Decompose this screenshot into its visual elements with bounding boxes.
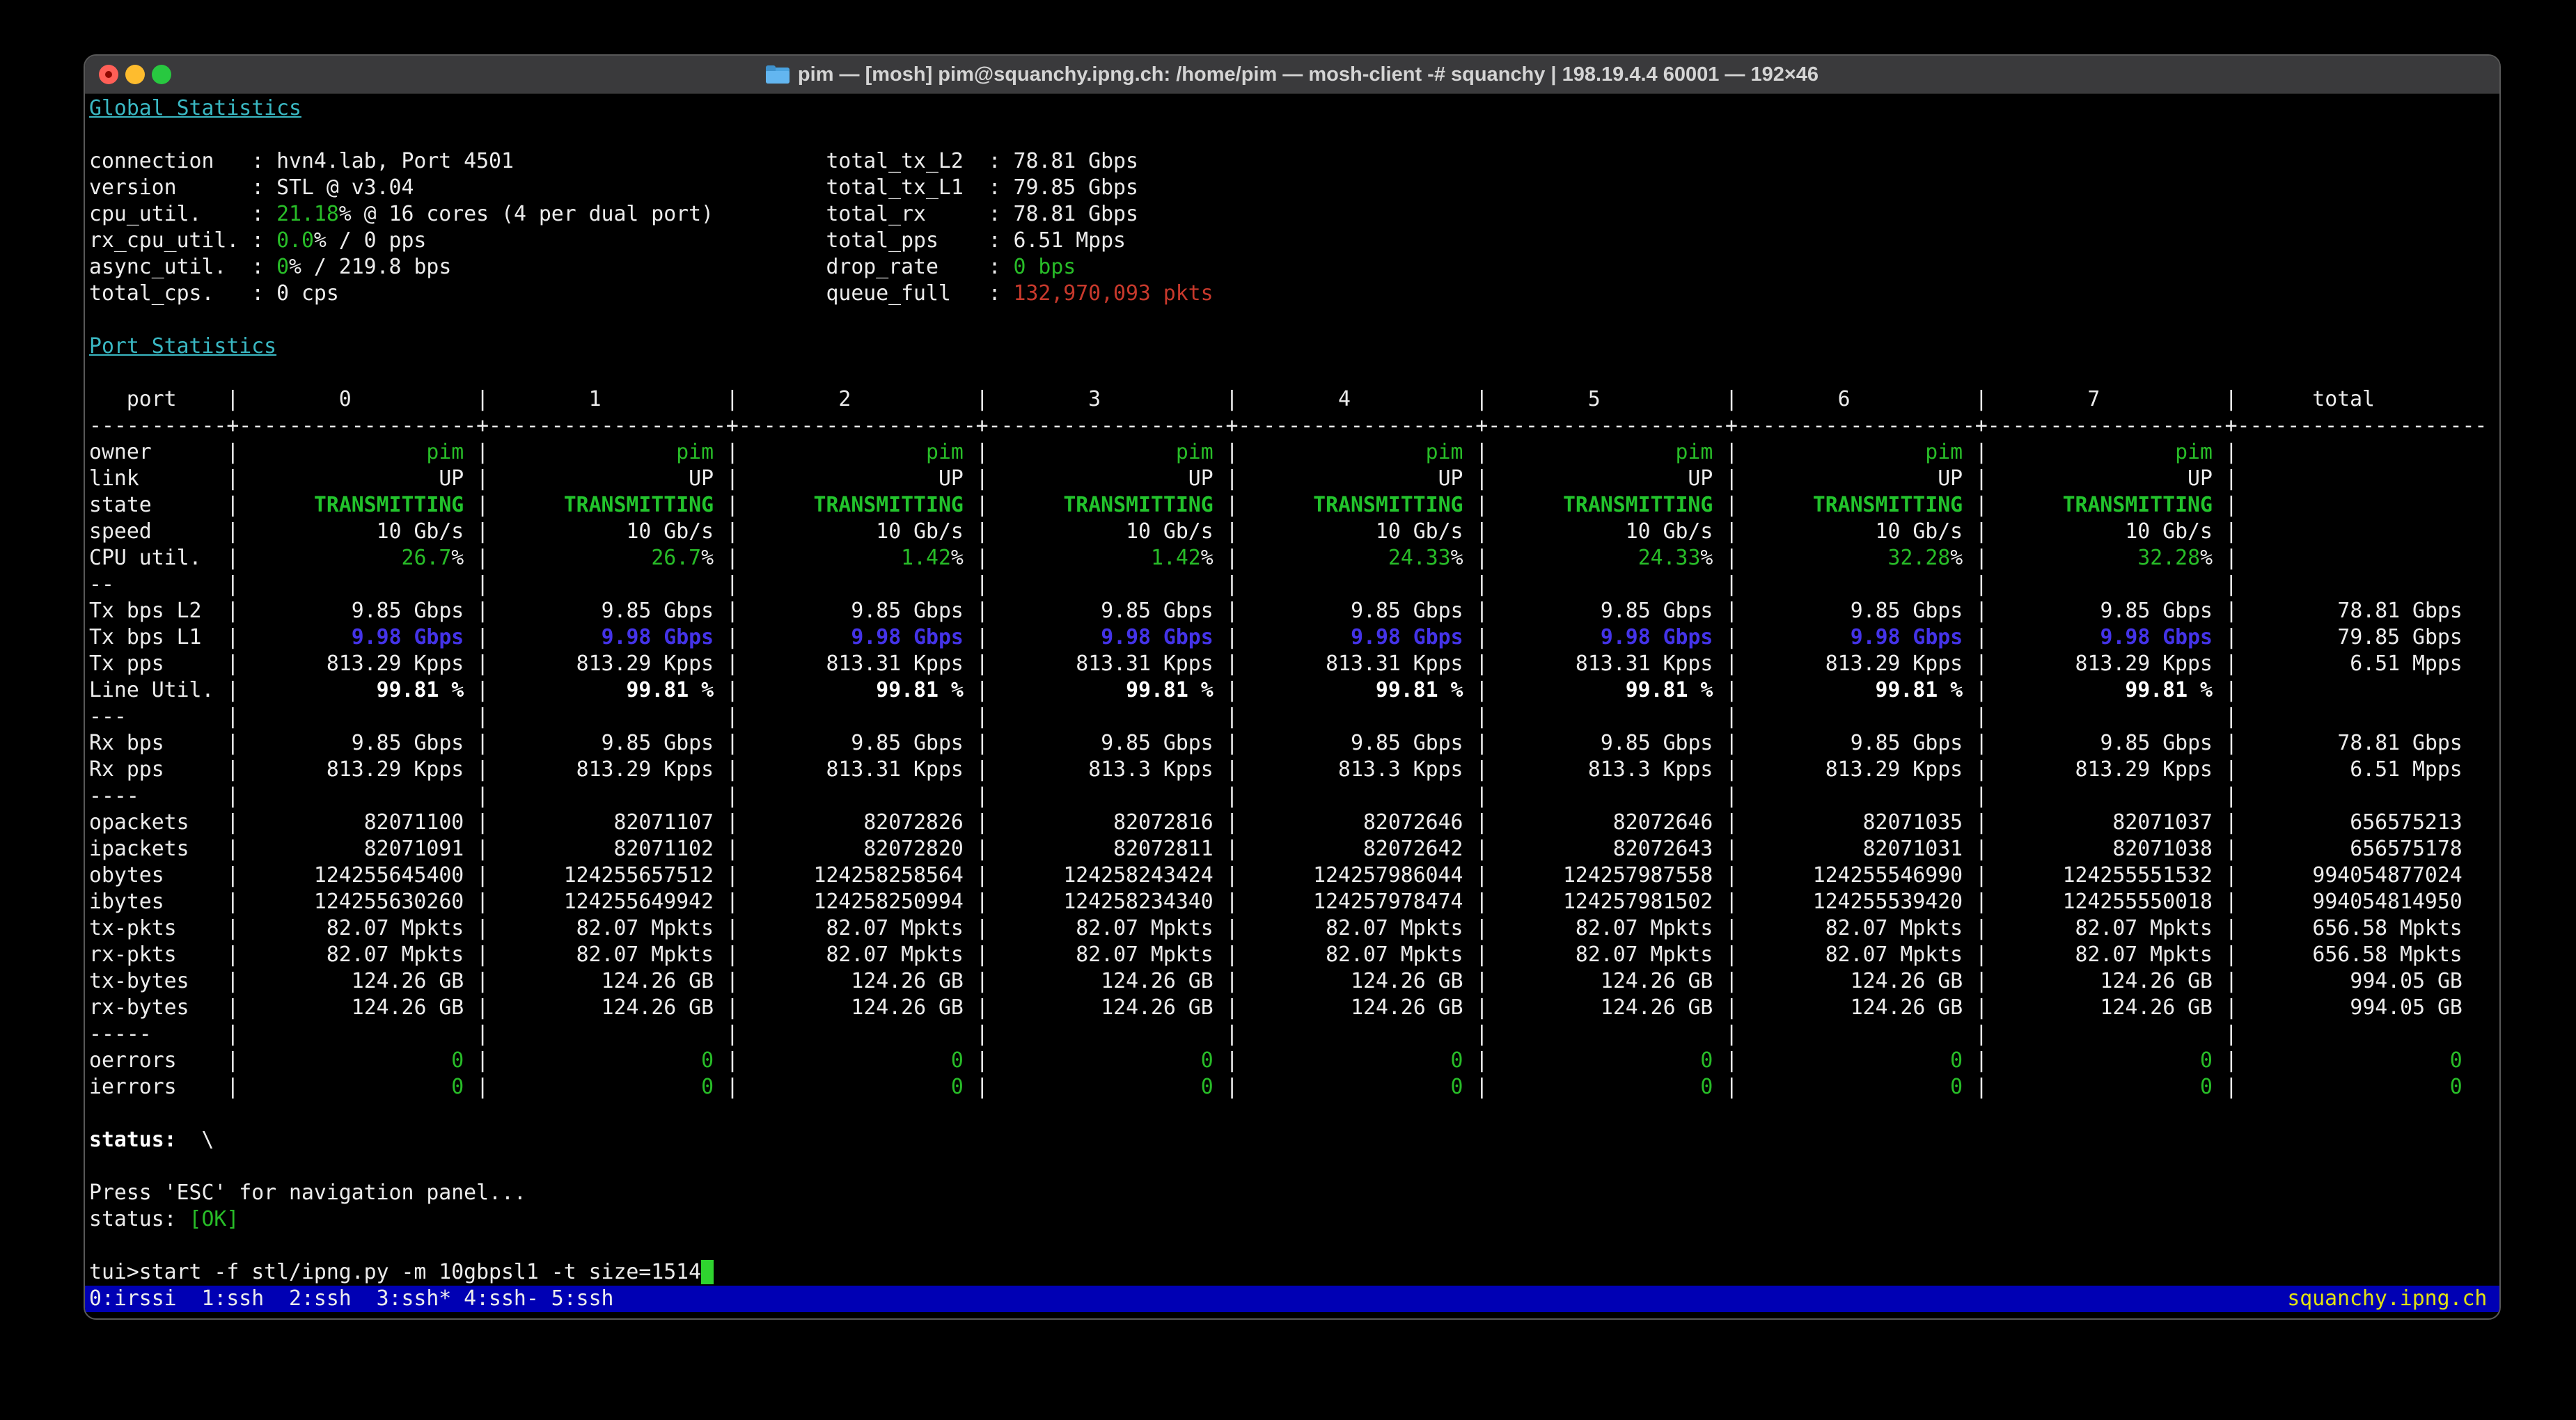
blank-line	[89, 307, 2499, 333]
port-table-row-: ----- | | | | | | | | |	[89, 1021, 2499, 1048]
port-table-row-: ---- | | | | | | | | |	[89, 783, 2499, 810]
minimize-button[interactable]	[125, 65, 145, 84]
global-stat-line: cpu_util. : 21.18% @ 16 cores (4 per dua…	[89, 201, 2499, 228]
window-title: pim — [mosh] pim@squanchy.ipng.ch: /home…	[766, 63, 1819, 86]
port-table-row-ipackets: ipackets | 82071091 | 82071102 | 8207282…	[89, 836, 2499, 862]
folder-icon	[766, 65, 790, 84]
port-table-row-obytes: obytes | 124255645400 | 124255657512 | 1…	[89, 862, 2499, 889]
port-table-row-rx-pkts: rx-pkts | 82.07 Mpkts | 82.07 Mpkts | 82…	[89, 942, 2499, 968]
screen-status-bar: 0:irssi 1:ssh 2:ssh 3:ssh* 4:ssh- 5:ssh …	[85, 1286, 2501, 1312]
port-table-row-tx-pkts: tx-pkts | 82.07 Mpkts | 82.07 Mpkts | 82…	[89, 915, 2499, 942]
terminal-screen[interactable]: Global Statistics connection : hvn4.lab, …	[85, 94, 2499, 1318]
port-table-header-row: port | 0 | 1 | 2 | 3 | 4 | 5 | 6 | 7 | t…	[89, 386, 2499, 413]
port-table-row-CPU-util: CPU util. | 26.7% | 26.7% | 1.42% | 1.42…	[89, 545, 2499, 571]
port-table-row-Line-Util: Line Util. | 99.81 % | 99.81 % | 99.81 %…	[89, 677, 2499, 704]
global-stat-line: connection : hvn4.lab, Port 4501 total_t…	[89, 148, 2499, 175]
global-stat-line: version : STL @ v3.04 total_tx_L1 : 79.8…	[89, 175, 2499, 201]
global-stat-line: total_cps. : 0 cps queue_full : 132,970,…	[89, 281, 2499, 307]
port-table-row-: --- | | | | | | | | |	[89, 704, 2499, 730]
command-line[interactable]: tui>start -f stl/ipng.py -m 10gbpsl1 -t …	[89, 1259, 2499, 1286]
global-statistics-heading: Global Statistics	[89, 95, 2499, 122]
status-spinner-line: status: \	[89, 1127, 2499, 1153]
close-button[interactable]	[99, 65, 118, 84]
esc-hint-line: Press 'ESC' for navigation panel...	[89, 1180, 2499, 1206]
status-ok-line: status: [OK]	[89, 1206, 2499, 1233]
window-title-bar: pim — [mosh] pim@squanchy.ipng.ch: /home…	[85, 56, 2499, 94]
port-table-row-ibytes: ibytes | 124255630260 | 124255649942 | 1…	[89, 889, 2499, 915]
port-table-row-Rx-pps: Rx pps | 813.29 Kpps | 813.29 Kpps | 813…	[89, 757, 2499, 783]
port-table-row-owner: owner | pim | pim | pim | pim | pim | pi…	[89, 439, 2499, 466]
port-table-row-Tx-bps-L2: Tx bps L2 | 9.85 Gbps | 9.85 Gbps | 9.85…	[89, 598, 2499, 624]
desktop: pim — [mosh] pim@squanchy.ipng.ch: /home…	[0, 0, 2576, 1420]
port-table-row-opackets: opackets | 82071100 | 82071107 | 8207282…	[89, 810, 2499, 836]
window-title-text: pim — [mosh] pim@squanchy.ipng.ch: /home…	[798, 63, 1819, 86]
port-table-row-link: link | UP | UP | UP | UP | UP | UP | UP …	[89, 466, 2499, 492]
port-table-row-ierrors: ierrors | 0 | 0 | 0 | 0 | 0 | 0 | 0 | 0 …	[89, 1074, 2499, 1100]
text-cursor	[701, 1260, 714, 1284]
blank-line	[89, 1100, 2499, 1127]
blank-line	[89, 1153, 2499, 1180]
port-table-row-rx-bytes: rx-bytes | 124.26 GB | 124.26 GB | 124.2…	[89, 995, 2499, 1021]
blank-line	[89, 1233, 2499, 1259]
port-table-row-state: state | TRANSMITTING | TRANSMITTING | TR…	[89, 492, 2499, 519]
port-table-row-Rx-bps: Rx bps | 9.85 Gbps | 9.85 Gbps | 9.85 Gb…	[89, 730, 2499, 757]
zoom-button[interactable]	[152, 65, 171, 84]
port-table-row-Tx-bps-L1: Tx bps L1 | 9.98 Gbps | 9.98 Gbps | 9.98…	[89, 624, 2499, 651]
port-table-row-tx-bytes: tx-bytes | 124.26 GB | 124.26 GB | 124.2…	[89, 968, 2499, 995]
traffic-lights	[99, 65, 171, 84]
port-table-row-speed: speed | 10 Gb/s | 10 Gb/s | 10 Gb/s | 10…	[89, 519, 2499, 545]
blank-line	[89, 122, 2499, 148]
port-statistics-heading: Port Statistics	[89, 333, 2499, 360]
terminal-window: pim — [mosh] pim@squanchy.ipng.ch: /home…	[84, 54, 2501, 1320]
global-stat-line: async_util. : 0% / 219.8 bps drop_rate :…	[89, 254, 2499, 281]
port-table-row-Tx-pps: Tx pps | 813.29 Kpps | 813.29 Kpps | 813…	[89, 651, 2499, 677]
table-separator-line: -----------+-------------------+--------…	[89, 413, 2499, 439]
global-stat-line: rx_cpu_util. : 0.0% / 0 pps total_pps : …	[89, 228, 2499, 254]
port-table-row-: -- | | | | | | | | |	[89, 571, 2499, 598]
port-table-row-oerrors: oerrors | 0 | 0 | 0 | 0 | 0 | 0 | 0 | 0 …	[89, 1048, 2499, 1074]
blank-line	[89, 360, 2499, 386]
